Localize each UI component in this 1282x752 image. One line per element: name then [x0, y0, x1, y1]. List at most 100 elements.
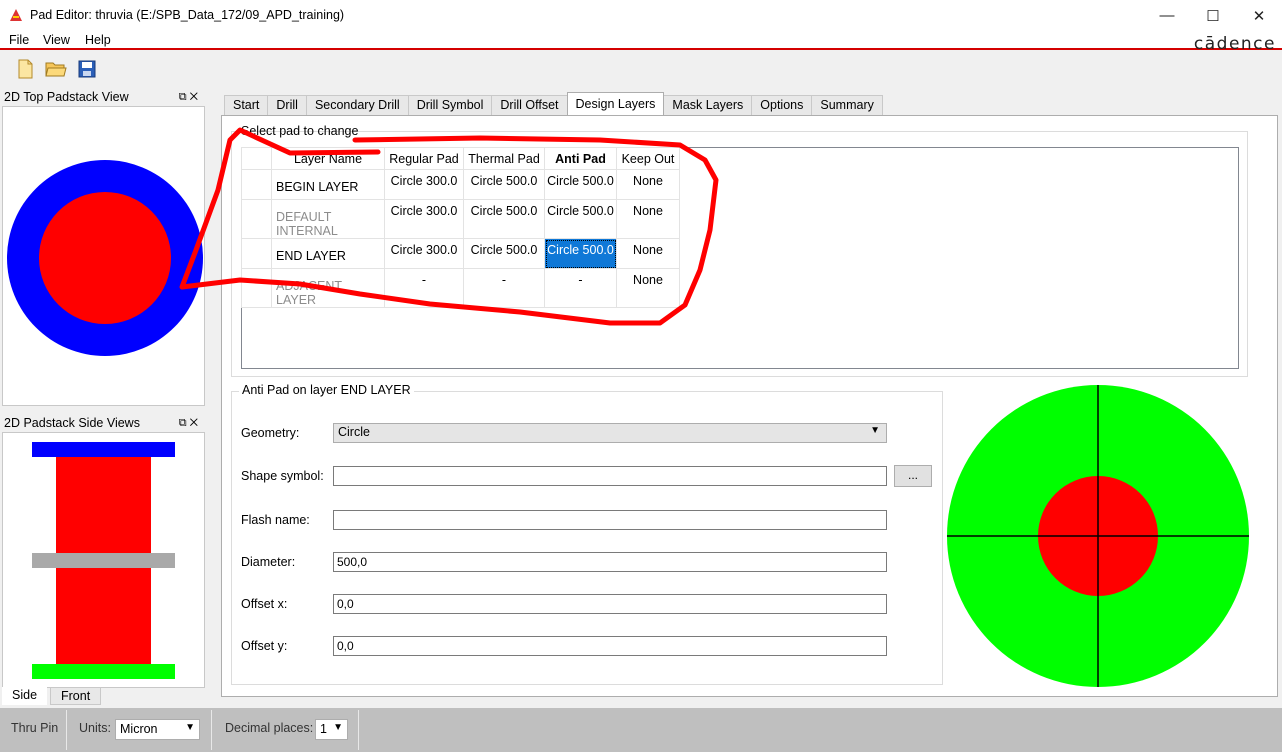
- tab-drill-offset[interactable]: Drill Offset: [491, 95, 568, 116]
- menu-bar: File View Help cādence: [0, 31, 1282, 54]
- new-file-icon[interactable]: [14, 58, 36, 80]
- offset-y-label: Offset y:: [241, 639, 288, 653]
- row-header: [241, 238, 272, 269]
- dock-float-close-icon[interactable]: ⧉✕: [179, 88, 201, 106]
- grid-header-row: Layer Name Regular Pad Thermal Pad Anti …: [241, 147, 680, 170]
- anti-pad-cell-selected[interactable]: Circle 500.0: [544, 238, 617, 269]
- status-separator: [358, 710, 359, 750]
- decimal-places-select[interactable]: 1 ▼: [315, 719, 348, 740]
- top-view-drawing: [7, 160, 203, 356]
- tab-secondary-drill[interactable]: Secondary Drill: [305, 95, 409, 116]
- menu-view[interactable]: View: [43, 33, 70, 47]
- thermal-pad-cell[interactable]: Circle 500.0: [463, 169, 545, 200]
- app-icon: [10, 9, 22, 21]
- flash-name-field[interactable]: [333, 510, 887, 530]
- offset-x-field[interactable]: 0,0: [333, 594, 887, 614]
- title-bar: Pad Editor: thruvia (E:/SPB_Data_172/09_…: [0, 0, 1282, 31]
- anti-pad-cell[interactable]: Circle 500.0: [544, 199, 617, 239]
- header-thermal-pad: Thermal Pad: [463, 147, 545, 170]
- offset-y-field[interactable]: 0,0: [333, 636, 887, 656]
- status-separator: [211, 710, 212, 750]
- open-folder-icon[interactable]: [45, 58, 67, 80]
- internal-layer-bar: [32, 553, 175, 568]
- thermal-pad-cell[interactable]: Circle 500.0: [463, 238, 545, 269]
- tab-options[interactable]: Options: [751, 95, 813, 116]
- minimize-icon[interactable]: —: [1144, 0, 1190, 31]
- table-row: DEFAULT INTERNAL Circle 300.0 Circle 500…: [241, 199, 680, 239]
- cadence-logo: cādence: [1193, 34, 1276, 54]
- keep-out-cell[interactable]: None: [616, 268, 680, 308]
- geometry-select[interactable]: Circle ▼: [333, 423, 887, 443]
- save-icon[interactable]: [76, 58, 98, 80]
- maximize-icon[interactable]: ☐: [1190, 0, 1236, 31]
- thermal-pad-cell[interactable]: -: [463, 268, 545, 308]
- tab-start[interactable]: Start: [224, 95, 269, 116]
- layer-name-cell: DEFAULT INTERNAL: [271, 199, 385, 239]
- menu-file[interactable]: File: [9, 33, 29, 47]
- table-row: ADJACENT LAYER - - - None: [241, 268, 680, 308]
- close-icon[interactable]: ✕: [1236, 0, 1282, 31]
- geometry-label: Geometry:: [241, 426, 300, 440]
- browse-button[interactable]: ...: [894, 465, 932, 487]
- offset-x-label: Offset x:: [241, 597, 288, 611]
- top-view-canvas: [2, 106, 205, 406]
- side-view-drawing: [32, 442, 175, 679]
- corner-cell: [241, 147, 272, 170]
- regular-pad-cell[interactable]: Circle 300.0: [384, 238, 464, 269]
- tab-mask-layers[interactable]: Mask Layers: [663, 95, 753, 116]
- side-view-title-text: 2D Padstack Side Views: [4, 416, 140, 430]
- units-value: Micron: [120, 722, 158, 736]
- decimal-places-value: 1: [320, 722, 327, 736]
- layer-name-cell: BEGIN LAYER: [271, 169, 385, 200]
- regular-pad-cell[interactable]: Circle 300.0: [384, 169, 464, 200]
- pin-type-label: Thru Pin: [11, 721, 59, 735]
- keep-out-cell[interactable]: None: [616, 199, 680, 239]
- shape-symbol-field[interactable]: [333, 466, 887, 486]
- row-header: [241, 169, 272, 200]
- chevron-down-icon: ▼: [333, 722, 343, 733]
- pad-group-title: Anti Pad on layer END LAYER: [239, 383, 414, 397]
- thermal-pad-cell[interactable]: Circle 500.0: [463, 199, 545, 239]
- layer-name-cell: ADJACENT LAYER: [271, 268, 385, 308]
- decimal-places-label: Decimal places:: [225, 721, 314, 735]
- regular-pad-circle: [39, 192, 171, 324]
- dock-float-close-icon[interactable]: ⧉✕: [179, 414, 201, 432]
- tab-drill-symbol[interactable]: Drill Symbol: [407, 95, 493, 116]
- chevron-down-icon: ▼: [870, 425, 880, 436]
- header-layer-name: Layer Name: [271, 147, 385, 170]
- row-header: [241, 199, 272, 239]
- pad-preview: [947, 385, 1249, 687]
- side-tab[interactable]: Side: [2, 687, 48, 705]
- top-layer-bar: [32, 442, 175, 457]
- select-pad-label: Select pad to change: [241, 124, 359, 138]
- regular-pad-cell[interactable]: Circle 300.0: [384, 199, 464, 239]
- side-view-title: 2D Padstack Side Views ⧉✕: [0, 414, 207, 432]
- front-tab[interactable]: Front: [50, 687, 102, 705]
- top-view-title-text: 2D Top Padstack View: [4, 90, 129, 104]
- keep-out-cell[interactable]: None: [616, 169, 680, 200]
- side-view-canvas: [2, 432, 205, 688]
- top-view-title: 2D Top Padstack View ⧉✕: [0, 88, 207, 106]
- tab-drill[interactable]: Drill: [267, 95, 307, 116]
- anti-pad-cell[interactable]: -: [544, 268, 617, 308]
- layer-grid: Layer Name Regular Pad Thermal Pad Anti …: [241, 147, 680, 308]
- tab-design-layers[interactable]: Design Layers: [566, 92, 665, 115]
- flash-name-label: Flash name:: [241, 513, 310, 527]
- diameter-field[interactable]: 500,0: [333, 552, 887, 572]
- header-regular-pad: Regular Pad: [384, 147, 464, 170]
- anti-pad-cell[interactable]: Circle 500.0: [544, 169, 617, 200]
- toolbar: [0, 52, 1282, 86]
- bottom-layer-bar: [32, 664, 175, 679]
- header-anti-pad: Anti Pad: [544, 147, 617, 170]
- row-header: [241, 268, 272, 308]
- status-separator: [66, 710, 67, 750]
- menu-help[interactable]: Help: [85, 33, 111, 47]
- shape-symbol-label: Shape symbol:: [241, 469, 324, 483]
- regular-pad-cell[interactable]: -: [384, 268, 464, 308]
- tab-summary[interactable]: Summary: [811, 95, 883, 116]
- table-row: END LAYER Circle 300.0 Circle 500.0 Circ…: [241, 238, 680, 269]
- units-label: Units:: [79, 721, 111, 735]
- geometry-value: Circle: [338, 425, 370, 439]
- units-select[interactable]: Micron ▼: [115, 719, 200, 740]
- keep-out-cell[interactable]: None: [616, 238, 680, 269]
